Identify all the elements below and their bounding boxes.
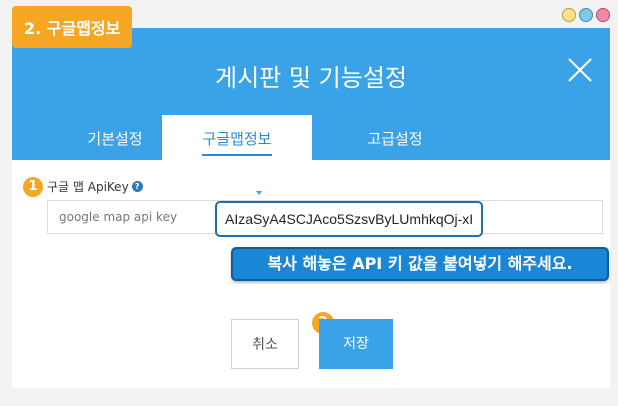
step-number-badge: 1 (23, 177, 43, 197)
question-circle-icon[interactable]: ? (131, 181, 143, 192)
apikey-value-field[interactable]: AIzaSyA4SCJAco5SzsvByLUmhkqOj-xI (215, 201, 483, 237)
tab-google-map-info[interactable]: 구글맵정보 (162, 115, 312, 160)
settings-modal: 게시판 및 기능설정 기본설정 구글맵정보 고급설정 1 구글 맵 ApiKey… (12, 28, 610, 388)
window-maximize-dot[interactable] (579, 8, 593, 22)
close-x-icon (568, 58, 592, 82)
modal-title: 게시판 및 기능설정 (215, 64, 407, 92)
cancel-button[interactable]: 취소 (231, 319, 299, 369)
apikey-label: 구글 맵 ApiKey ? (47, 178, 143, 195)
window-close-dot[interactable] (596, 8, 610, 22)
window-minimize-dot[interactable] (562, 8, 576, 22)
step-badge: 2. 구글맵정보 (12, 6, 133, 48)
tab-advanced-settings[interactable]: 고급설정 (320, 115, 470, 160)
save-button[interactable]: 저장 (319, 319, 393, 369)
apikey-input-placeholder: google map api key (59, 210, 178, 224)
window-controls (562, 8, 610, 22)
apikey-value: AIzaSyA4SCJAco5SzsvByLUmhkqOj-xI (225, 211, 474, 227)
tab-bar: 기본설정 구글맵정보 고급설정 (12, 115, 610, 160)
apikey-label-text: 구글 맵 ApiKey (47, 180, 129, 194)
caret-down-icon (256, 191, 262, 195)
close-button[interactable] (566, 56, 594, 84)
paste-hint-tooltip: 복사 해놓은 API 키 값을 붙여넣기 해주세요. (231, 247, 609, 281)
